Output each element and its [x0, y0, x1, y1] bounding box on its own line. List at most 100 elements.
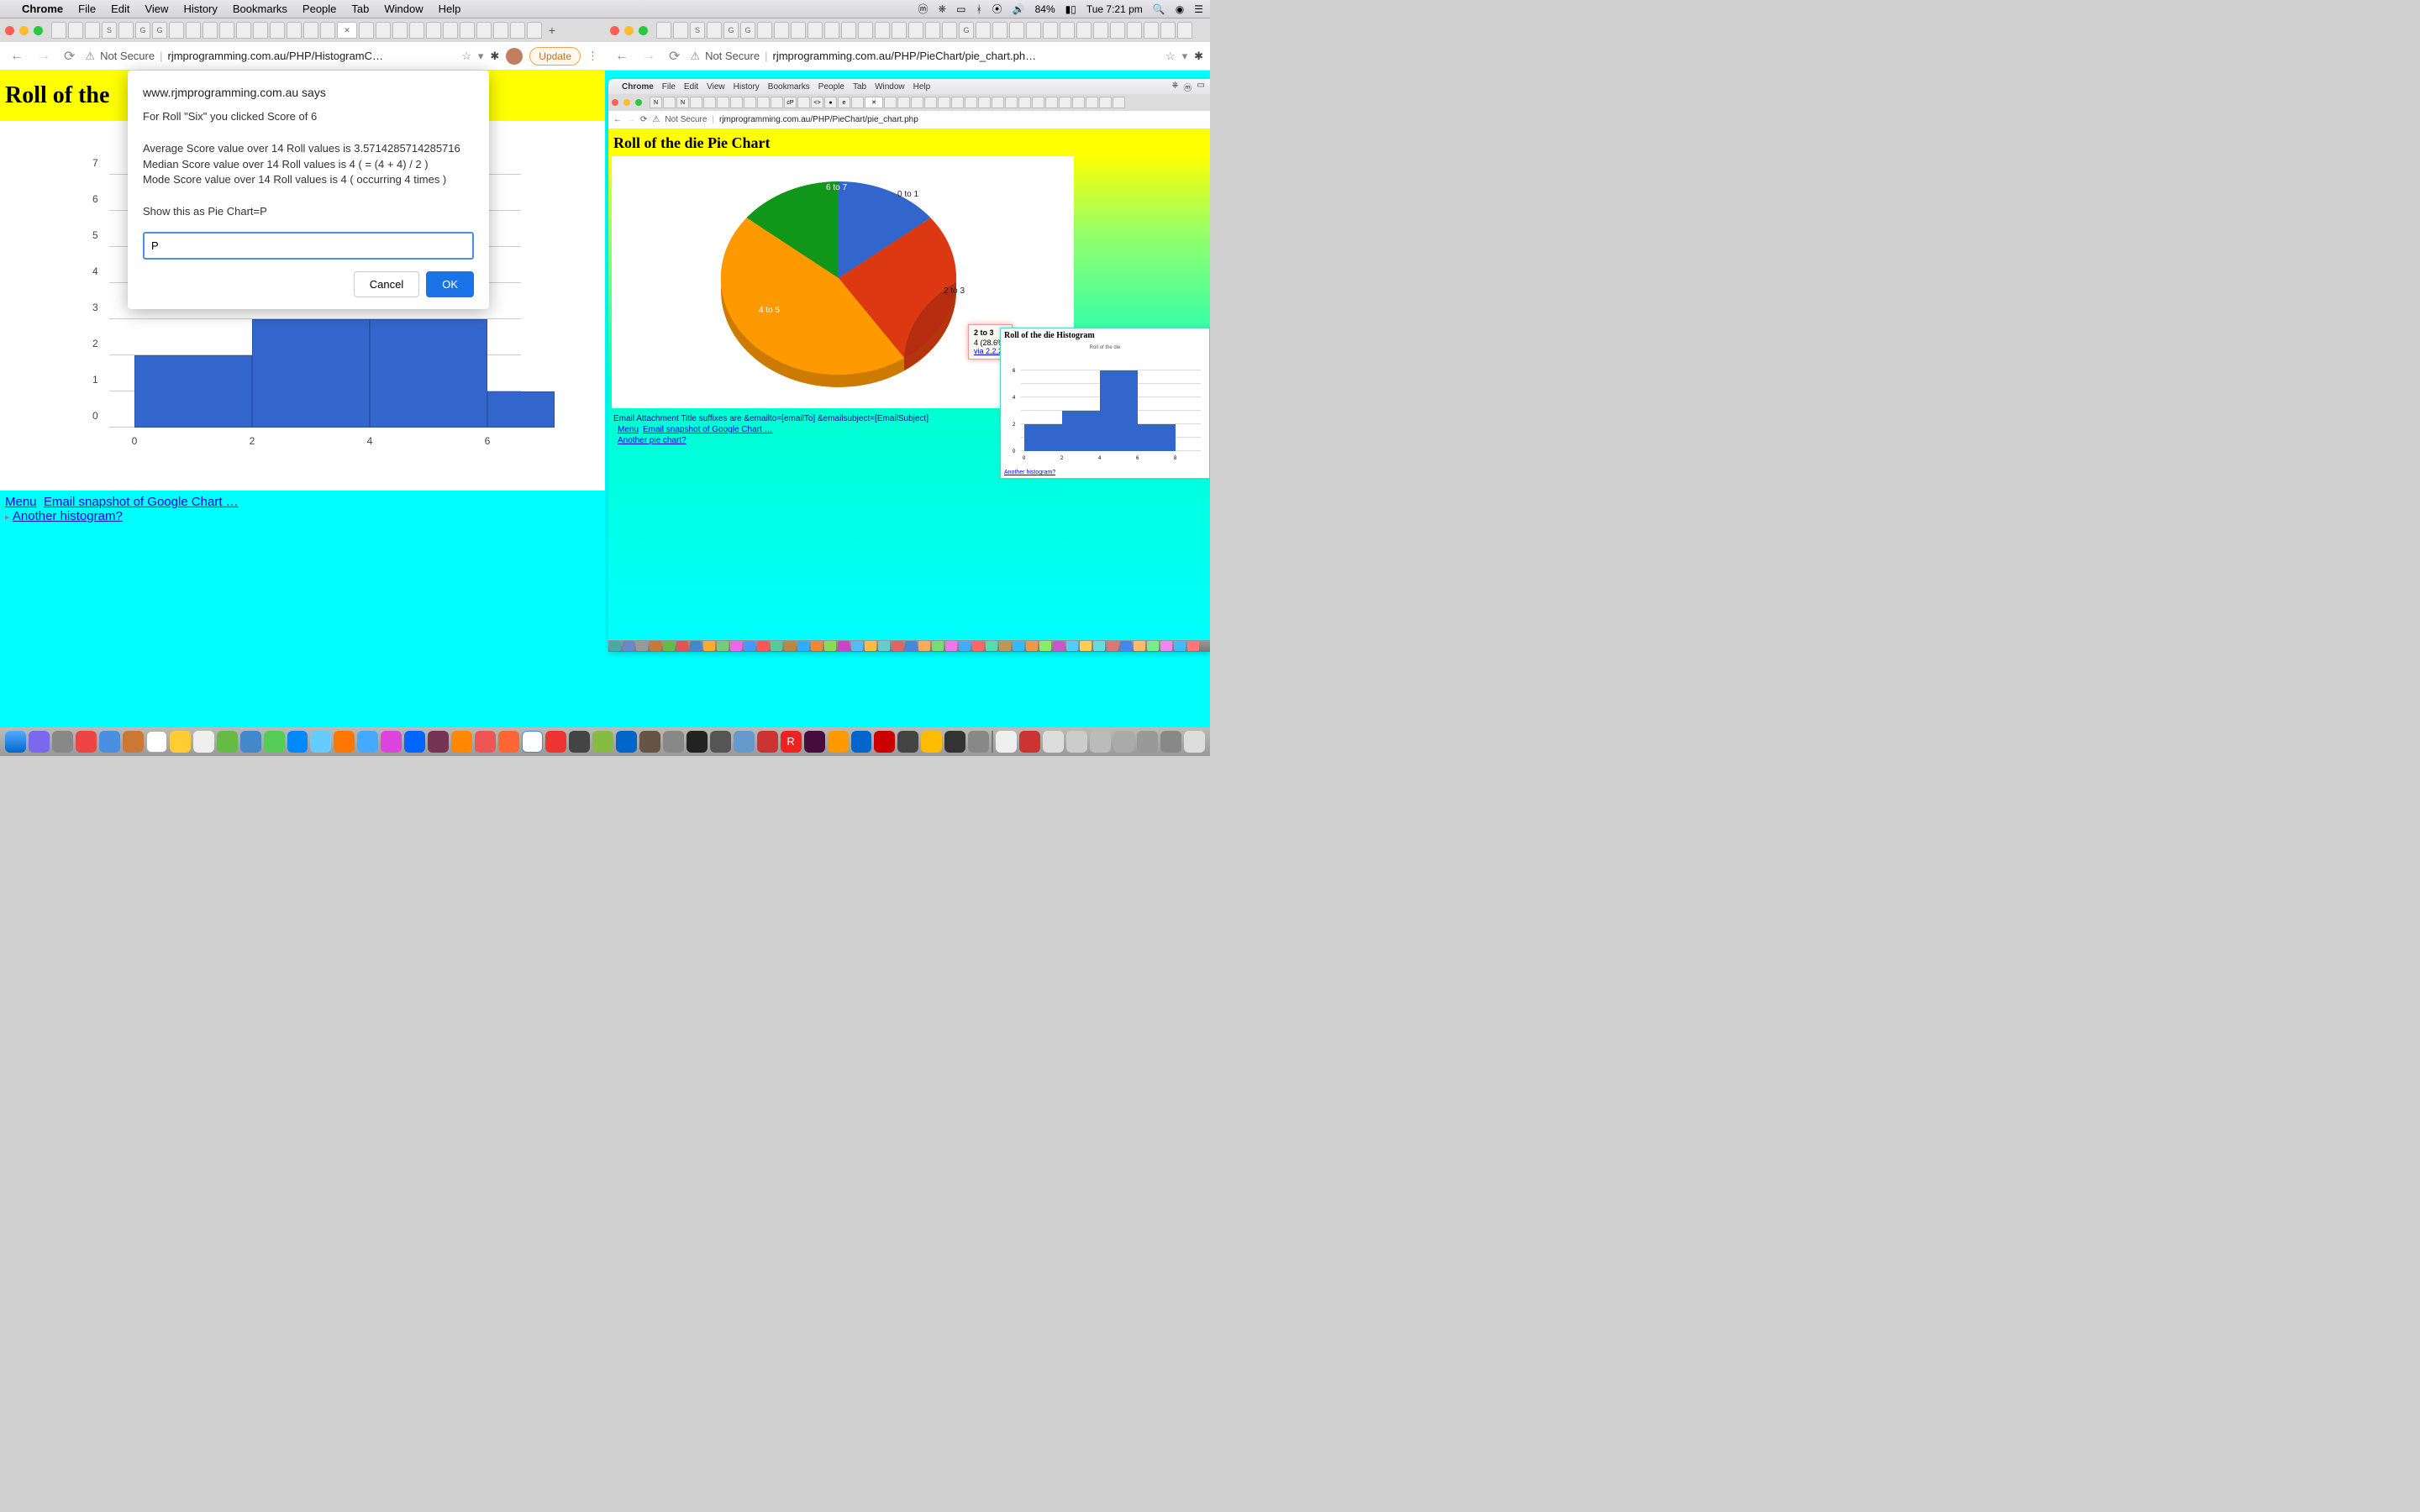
update-button[interactable]: Update	[529, 47, 581, 66]
dropdown-arrow-icon[interactable]: ▸	[5, 512, 10, 522]
finder-icon[interactable]	[5, 731, 26, 753]
tab[interactable]	[942, 22, 957, 39]
histogram-bar[interactable]	[134, 355, 252, 428]
tab[interactable]	[443, 22, 458, 39]
another-histogram-link[interactable]: Another histogram?	[13, 509, 123, 523]
tab[interactable]	[774, 22, 789, 39]
zoom-window-icon[interactable]	[34, 26, 43, 35]
tab[interactable]: G	[723, 22, 739, 39]
siri-icon[interactable]: ◉	[1176, 3, 1184, 15]
dock-app-icon[interactable]: R	[781, 731, 802, 753]
dock-app-icon[interactable]	[99, 731, 120, 753]
trash-icon[interactable]	[1184, 731, 1205, 753]
menu-file[interactable]: File	[78, 3, 96, 15]
tab[interactable]	[85, 22, 100, 39]
tab[interactable]	[1009, 22, 1024, 39]
dock-app-icon[interactable]	[52, 731, 73, 753]
dock-app-icon[interactable]	[639, 731, 660, 753]
tab[interactable]	[908, 22, 923, 39]
menu-people[interactable]: People	[302, 3, 336, 15]
minimize-window-icon[interactable]	[624, 26, 634, 35]
opera-icon[interactable]	[545, 731, 566, 753]
tab[interactable]	[1043, 22, 1058, 39]
search-icon[interactable]: 🔍	[1153, 3, 1165, 15]
tab[interactable]	[656, 22, 671, 39]
tab[interactable]	[392, 22, 408, 39]
close-window-icon[interactable]	[5, 26, 14, 35]
url-field[interactable]: ⚠ Not Secure | rjmprogramming.com.au/PHP…	[690, 50, 1159, 63]
tab[interactable]	[976, 22, 991, 39]
histogram-bar[interactable]	[487, 391, 555, 428]
dock-app-icon[interactable]	[170, 731, 191, 753]
bookmark-star-icon[interactable]: ☆	[461, 50, 471, 63]
dock-app-icon[interactable]	[757, 731, 778, 753]
menu-bookmarks[interactable]: Bookmarks	[233, 3, 287, 15]
mini-footer-link[interactable]: Another histogram?	[1004, 470, 1055, 475]
tab[interactable]	[1110, 22, 1125, 39]
filezilla-icon[interactable]	[874, 731, 895, 753]
tab[interactable]	[287, 22, 302, 39]
tab[interactable]	[409, 22, 424, 39]
tab[interactable]	[510, 22, 525, 39]
dock-app-icon[interactable]	[897, 731, 918, 753]
appstore-icon[interactable]	[404, 731, 425, 753]
dock-stack-icon[interactable]	[1019, 731, 1040, 753]
back-button[interactable]: ←	[612, 49, 632, 64]
url-field[interactable]: ⚠ Not Secure | rjmprogramming.com.au/PHP…	[85, 50, 455, 63]
tab-active[interactable]	[337, 22, 357, 39]
close-window-icon[interactable]	[610, 26, 619, 35]
tab[interactable]	[426, 22, 441, 39]
minimize-window-icon[interactable]	[19, 26, 29, 35]
prompt-input[interactable]	[143, 232, 474, 260]
another-pie-link[interactable]: Another pie chart?	[618, 436, 687, 445]
tab[interactable]	[68, 22, 83, 39]
tab[interactable]	[169, 22, 184, 39]
tab[interactable]	[858, 22, 873, 39]
tab[interactable]	[1177, 22, 1192, 39]
dock-app-icon[interactable]	[734, 731, 755, 753]
menu-history[interactable]: History	[183, 3, 217, 15]
tab[interactable]	[707, 22, 722, 39]
tab[interactable]	[1127, 22, 1142, 39]
new-tab-button[interactable]: +	[544, 24, 560, 37]
tab[interactable]	[1093, 22, 1108, 39]
bookmark-star-icon[interactable]: ☆	[1165, 50, 1176, 63]
dock-app-icon[interactable]	[828, 731, 849, 753]
tab[interactable]: G	[959, 22, 974, 39]
dock-app-icon[interactable]	[76, 731, 97, 753]
tab[interactable]	[270, 22, 285, 39]
dock-app-icon[interactable]	[357, 731, 378, 753]
tab[interactable]	[992, 22, 1007, 39]
wifi-icon[interactable]: ⦿	[992, 2, 1002, 16]
tab[interactable]: G	[740, 22, 755, 39]
app-name[interactable]: Chrome	[22, 3, 63, 15]
email-snapshot-link[interactable]: Email snapshot of Google Chart …	[643, 425, 773, 434]
tab[interactable]: G	[135, 22, 150, 39]
tab[interactable]	[1076, 22, 1092, 39]
profile-avatar[interactable]	[506, 48, 523, 65]
tab[interactable]	[875, 22, 890, 39]
tab[interactable]	[476, 22, 492, 39]
dock-app-icon[interactable]	[428, 731, 449, 753]
email-snapshot-link[interactable]: Email snapshot of Google Chart …	[44, 495, 239, 509]
tab[interactable]	[1026, 22, 1041, 39]
tab[interactable]	[203, 22, 218, 39]
tab[interactable]	[51, 22, 66, 39]
tab[interactable]	[757, 22, 772, 39]
dock-stack-icon[interactable]	[1160, 731, 1181, 753]
menu-list-icon[interactable]: ☰	[1194, 3, 1203, 15]
reload-button[interactable]: ⟳	[60, 48, 78, 65]
reload-button[interactable]: ⟳	[666, 48, 683, 65]
menu-tab[interactable]: Tab	[351, 3, 369, 15]
dock-app-icon[interactable]	[287, 731, 308, 753]
tab[interactable]	[303, 22, 318, 39]
terminal-icon[interactable]	[687, 731, 708, 753]
dock-app-icon[interactable]	[569, 731, 590, 753]
extension-icon[interactable]: ▾	[1182, 50, 1188, 63]
forward-button[interactable]: →	[34, 49, 54, 64]
tab[interactable]	[460, 22, 475, 39]
dock-app-icon[interactable]	[710, 731, 731, 753]
menu-dots-icon[interactable]: ⋮	[587, 50, 598, 63]
tab[interactable]	[253, 22, 268, 39]
tab[interactable]	[925, 22, 940, 39]
